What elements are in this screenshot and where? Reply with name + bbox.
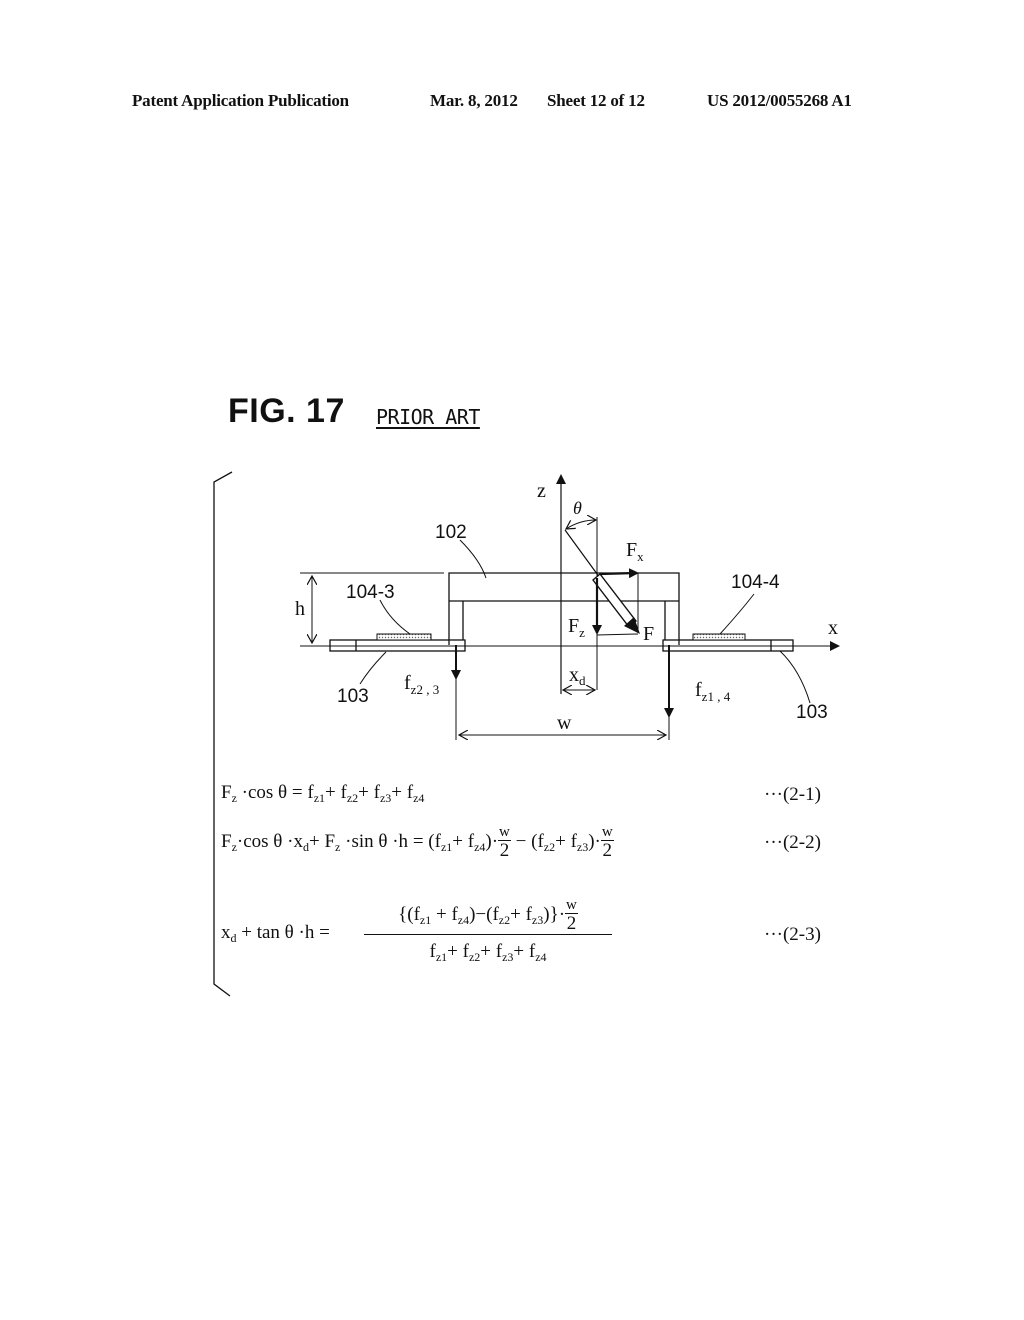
sensor-104-4-label: 104-4	[731, 572, 780, 593]
z-axis-label: z	[537, 480, 546, 502]
height-label: h	[295, 598, 305, 620]
width-label: w	[557, 712, 572, 734]
equation-2-3-denominator: fz1+ fz2+ fz3+ fz4	[429, 941, 547, 964]
sensor-104-3-label: 104-3	[346, 582, 395, 603]
force-f-arrow	[592, 572, 640, 634]
reaction-left-label: fz2 , 3	[404, 672, 439, 697]
equation-2-3-numerator: {(fz1 + fz4)−(fz2+ fz3)}· w 2	[364, 896, 612, 935]
force-fx-arrow	[599, 568, 639, 579]
base-103-right-label: 103	[796, 702, 828, 723]
force-fz-label: Fz	[568, 615, 585, 640]
left-bracket	[213, 471, 233, 997]
force-diagram: z x θ h w 102 104-3 104-4 103 103 F Fx F…	[213, 471, 840, 997]
equation-2-1: Fz ·cos θ = fz1+ fz2+ fz3+ fz4	[221, 782, 425, 805]
sensor-104-3	[376, 633, 432, 641]
angle-arc	[566, 520, 596, 529]
force-f-label: F	[643, 623, 654, 645]
sensor-104-4	[692, 633, 746, 641]
equation-2-3-lhs: xd + tan θ ·h =	[221, 922, 330, 945]
x-axis-label: x	[828, 617, 838, 639]
equation-number-2-2: ···(2-2)	[764, 832, 821, 853]
angle-label: θ	[573, 498, 582, 518]
equation-2-2: Fz·cos θ ·xd+ Fz ·sin θ ·h = (fz1+ fz4)·…	[221, 824, 614, 861]
reaction-right-label: fz1 , 4	[695, 679, 731, 704]
equation-number-2-1: ···(2-1)	[764, 784, 821, 805]
base-103-left-label: 103	[337, 686, 369, 707]
equation-2-3-rhs: {(fz1 + fz4)−(fz2+ fz3)}· w 2 fz1+ fz2+ fz…	[364, 896, 612, 965]
force-fx-label: Fx	[626, 539, 644, 564]
part-102-label: 102	[435, 522, 467, 543]
equation-number-2-3: ···(2-3)	[764, 924, 821, 945]
offset-label: xd	[569, 664, 586, 688]
